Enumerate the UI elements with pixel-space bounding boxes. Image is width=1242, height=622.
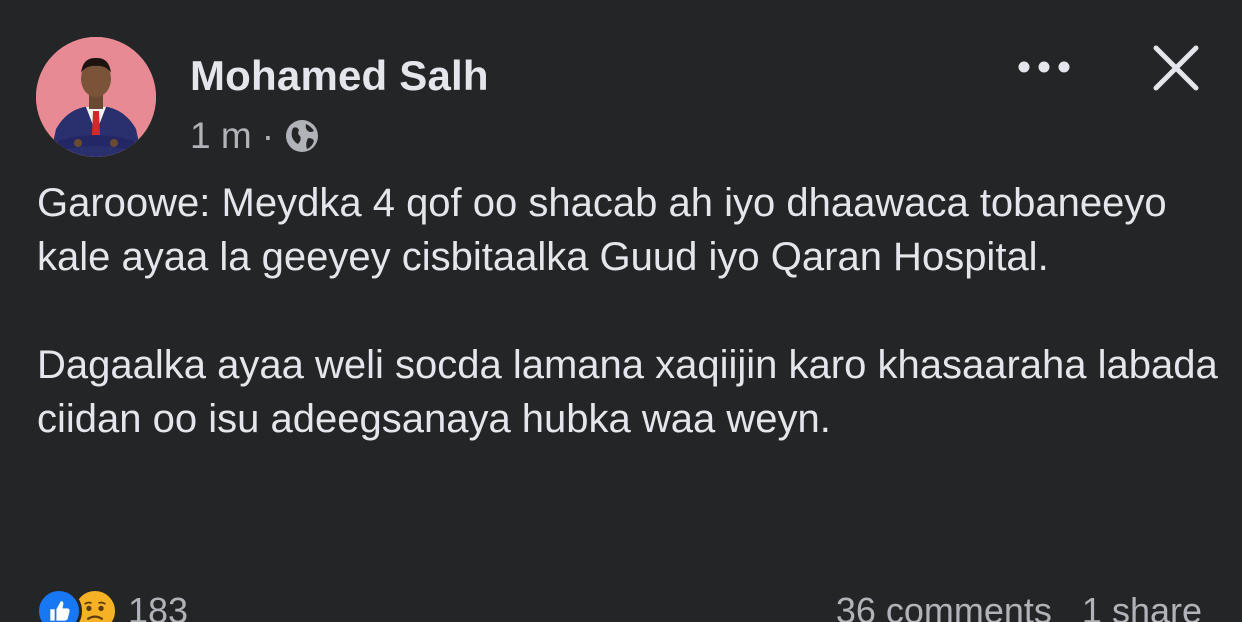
reactions-summary[interactable]: 183: [36, 588, 188, 622]
comments-count-link[interactable]: 36 comments: [836, 590, 1052, 622]
more-horizontal-icon: [1018, 61, 1070, 73]
meta-separator: ·: [261, 115, 275, 156]
globe-icon[interactable]: [284, 118, 320, 154]
more-options-button[interactable]: [1012, 50, 1076, 84]
avatar-portrait: [36, 37, 156, 157]
close-icon: [1153, 45, 1199, 91]
post-stats: 36 comments 1 share: [836, 590, 1202, 622]
shares-count-link[interactable]: 1 share: [1082, 590, 1202, 622]
post-timestamp[interactable]: 1 m: [190, 115, 252, 157]
like-icon: [36, 588, 82, 622]
post-footer: 183 36 comments 1 share: [0, 584, 1242, 622]
post-meta: 1 m ·: [190, 114, 320, 158]
author-avatar[interactable]: [36, 37, 156, 157]
author-name[interactable]: Mohamed Salh: [190, 52, 489, 100]
post-paragraph: Dagaalka ayaa weli socda lamana xaqiijin…: [37, 343, 1218, 441]
reaction-count: 183: [128, 590, 189, 622]
close-button[interactable]: [1148, 40, 1204, 96]
post-body: Garoowe: Meydka 4 qof oo shacab ah iyo d…: [37, 176, 1227, 500]
post-paragraph: Garoowe: Meydka 4 qof oo shacab ah iyo d…: [37, 181, 1167, 279]
post-card: Mohamed Salh 1 m · Garoowe: Meydka 4 qof…: [0, 0, 1242, 622]
